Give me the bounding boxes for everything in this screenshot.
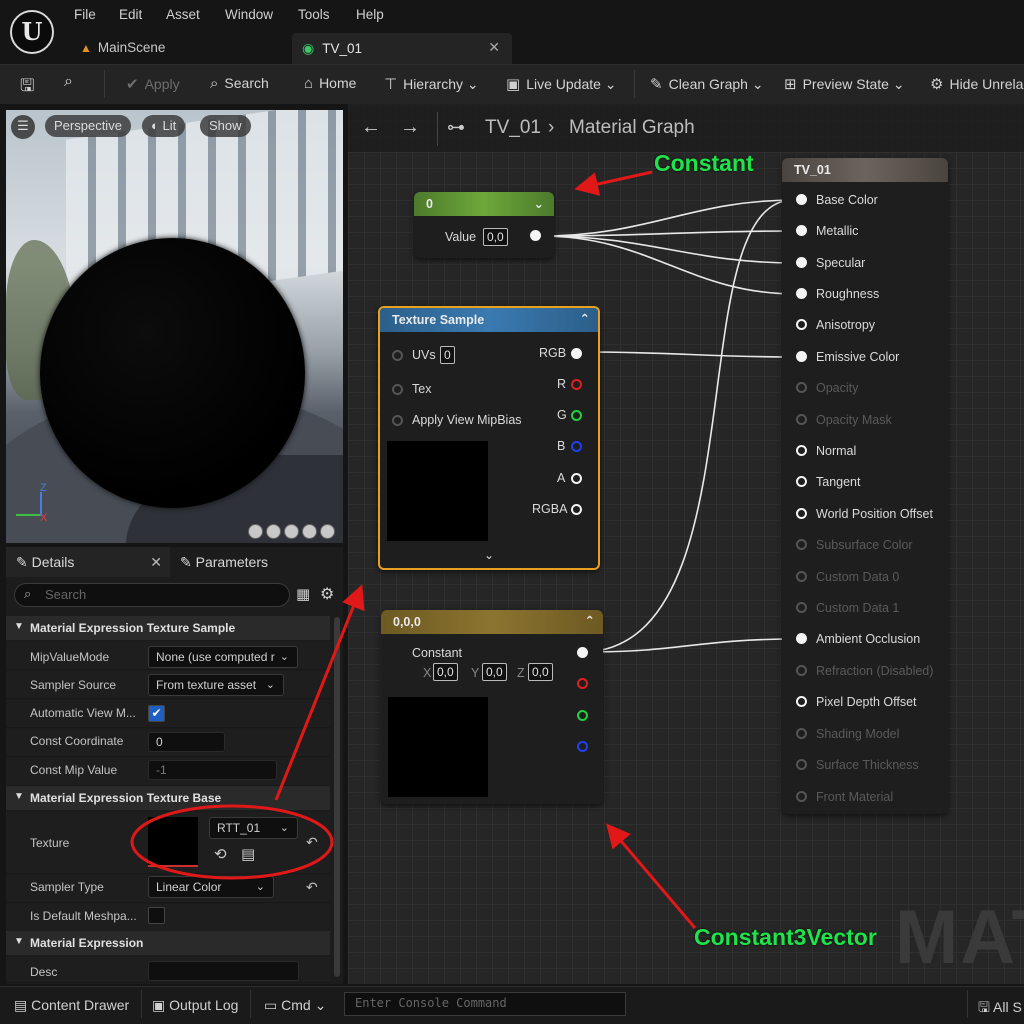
terminal-icon: ▭ (264, 997, 282, 1013)
arrow-to-constant3vector-node (606, 823, 697, 929)
all-saved-label: All S (993, 999, 1022, 1015)
output-log-label: Output Log (169, 997, 239, 1013)
annotation-overlay (130, 170, 697, 929)
statusbar-separator (141, 990, 142, 1018)
all-saved-button[interactable]: 🖫 All S (978, 997, 1022, 1021)
content-drawer-button[interactable]: ▤ Content Drawer (14, 997, 129, 1014)
texture-highlight-circle (130, 804, 334, 880)
output-log-button[interactable]: ▣ Output Log (152, 997, 238, 1014)
save-all-icon: 🖫 (978, 999, 994, 1015)
console-command-input[interactable]: Enter Console Command (344, 992, 626, 1016)
constant3vector-annotation: Constant3Vector (694, 924, 877, 950)
chevron-down-icon: ⌄ (314, 997, 327, 1013)
arrow-texture-to-sample-node (274, 584, 365, 801)
cmd-dropdown[interactable]: ▭ Cmd ⌄ (264, 997, 326, 1014)
statusbar-separator (967, 990, 968, 1018)
arrow-to-constant-node (574, 170, 653, 196)
output-log-icon: ▣ (152, 997, 170, 1013)
cmd-label: Cmd (281, 997, 311, 1013)
content-drawer-icon: ▤ (14, 997, 32, 1013)
content-drawer-label: Content Drawer (31, 997, 130, 1013)
constant-annotation: Constant (654, 150, 754, 176)
statusbar-separator (250, 990, 251, 1018)
